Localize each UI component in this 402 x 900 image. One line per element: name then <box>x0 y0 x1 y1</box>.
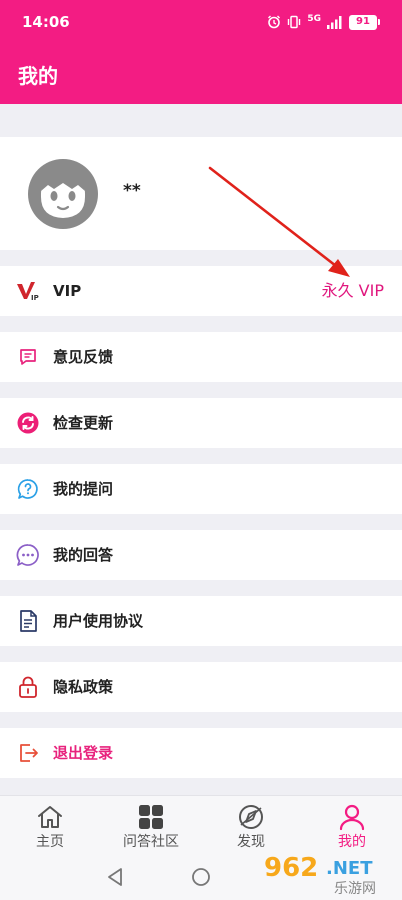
menu-item-user-agreement[interactable]: 用户使用协议 <box>0 596 402 646</box>
feedback-icon <box>16 345 40 369</box>
menu-label: 隐私政策 <box>53 678 114 696</box>
grid-icon <box>139 805 163 829</box>
logout-icon <box>16 741 40 765</box>
bottom-tab-bar: 主页 问答社区 发现 我的 <box>0 795 402 855</box>
avatar[interactable] <box>28 159 98 229</box>
status-icons: 5G 91 <box>267 13 380 31</box>
menu-label: 检查更新 <box>53 414 114 432</box>
tab-label: 问答社区 <box>123 834 179 850</box>
battery-level: 91 <box>349 14 377 30</box>
menu-label: 退出登录 <box>53 744 114 762</box>
menu-item-vip[interactable]: IP VIP 永久 VIP <box>0 266 402 316</box>
menu-item-feedback[interactable]: 意见反馈 <box>0 332 402 382</box>
vip-status-value: 永久 VIP <box>321 281 384 300</box>
tab-home[interactable]: 主页 <box>0 796 100 856</box>
tab-label: 我的 <box>338 834 366 850</box>
menu-item-my-answers[interactable]: 我的回答 <box>0 530 402 580</box>
network-type: 5G <box>307 14 321 24</box>
back-icon[interactable] <box>106 867 124 887</box>
tab-mine[interactable]: 我的 <box>302 796 402 856</box>
battery-icon: 91 <box>349 14 380 30</box>
menu-item-update[interactable]: 检查更新 <box>0 398 402 448</box>
alarm-icon <box>268 15 281 29</box>
username: ** <box>123 181 141 201</box>
app-header: 14:06 5G 91 我的 <box>0 0 402 104</box>
menu-label: 我的提问 <box>53 480 114 498</box>
menu-label: 意见反馈 <box>53 348 114 366</box>
watermark-caption: 乐游网 <box>334 881 376 896</box>
update-icon <box>16 411 40 435</box>
menu-label: 用户使用协议 <box>53 612 144 630</box>
vibrate-icon <box>288 15 301 29</box>
signal-icon <box>327 15 342 29</box>
menu-label: 我的回答 <box>53 546 114 564</box>
menu-item-privacy[interactable]: 隐私政策 <box>0 662 402 712</box>
watermark-suffix: .NET <box>326 858 373 879</box>
question-icon <box>16 477 40 501</box>
tab-label: 发现 <box>237 834 265 850</box>
vip-icon: IP <box>16 279 40 303</box>
watermark-number: 962 <box>264 853 318 883</box>
page-title: 我的 <box>18 64 58 88</box>
tab-discover[interactable]: 发现 <box>201 796 301 856</box>
home-icon <box>38 806 62 828</box>
menu-item-logout[interactable]: 退出登录 <box>0 728 402 778</box>
menu-label: VIP <box>53 282 82 300</box>
lock-icon <box>16 675 40 699</box>
person-icon <box>339 804 365 831</box>
status-bar: 14:06 5G 91 <box>0 0 402 44</box>
tab-community[interactable]: 问答社区 <box>101 796 201 856</box>
watermark-logo: 962 .NET 乐游网 <box>264 853 376 896</box>
svg-text:IP: IP <box>31 294 39 301</box>
status-time: 14:06 <box>22 13 70 31</box>
menu-item-my-questions[interactable]: 我的提问 <box>0 464 402 514</box>
home-button-icon[interactable] <box>191 867 211 887</box>
compass-icon <box>239 805 263 829</box>
answer-icon <box>16 543 40 567</box>
profile-card[interactable]: ** <box>0 137 402 250</box>
tab-label: 主页 <box>36 834 64 850</box>
document-icon <box>16 609 40 633</box>
